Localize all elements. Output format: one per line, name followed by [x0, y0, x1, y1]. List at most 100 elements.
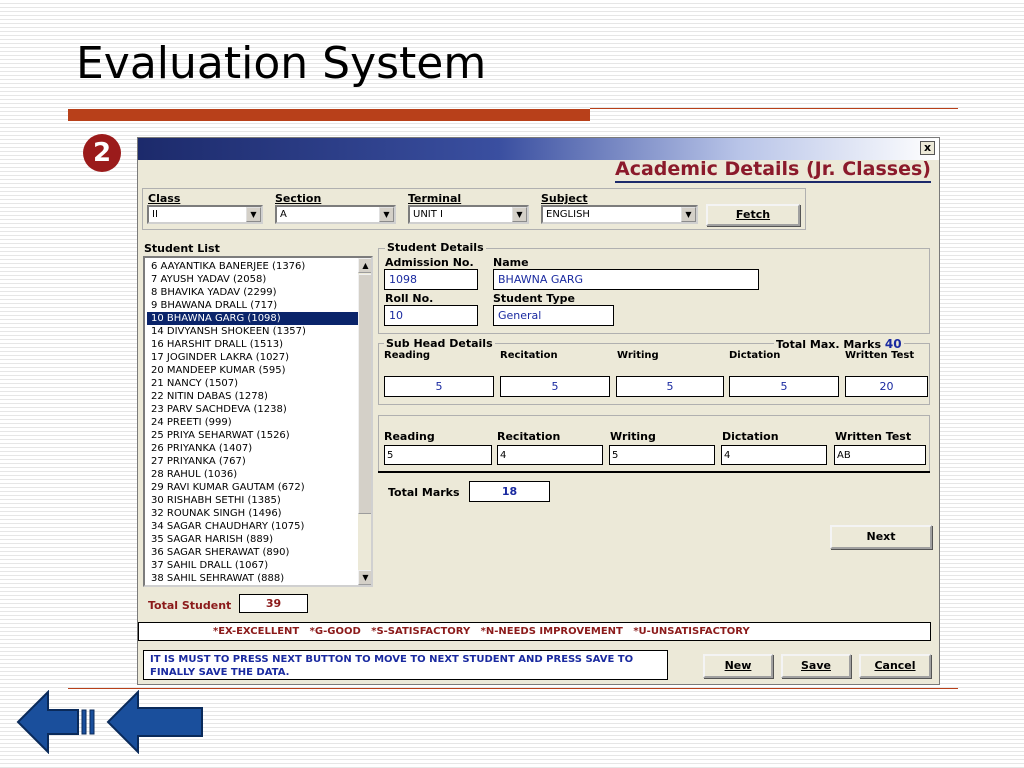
- class-select[interactable]: II ▼: [147, 205, 263, 224]
- list-item[interactable]: 36 SAGAR SHERAWAT (890): [151, 546, 289, 559]
- list-item[interactable]: 17 JOGINDER LAKRA (1027): [151, 351, 289, 364]
- new-button[interactable]: New: [703, 654, 773, 678]
- instruction-note: IT IS MUST TO PRESS NEXT BUTTON TO MOVE …: [143, 650, 668, 680]
- list-scrollbar[interactable]: ▲ ▼: [358, 258, 371, 585]
- marks-col-written-test: Written Test: [835, 430, 912, 443]
- new-button-label: New: [724, 659, 752, 672]
- cancel-button[interactable]: Cancel: [859, 654, 931, 678]
- max-written-test-field: 20: [845, 376, 928, 397]
- section-value: A: [280, 209, 287, 220]
- footer-rule: [68, 688, 958, 689]
- back-end-arrow-icon[interactable]: [16, 690, 98, 754]
- list-item[interactable]: 22 NITIN DABAS (1278): [151, 390, 268, 403]
- window-header: x Academic Details (Jr. Classes): [138, 138, 939, 183]
- list-item[interactable]: 21 NANCY (1507): [151, 377, 238, 390]
- max-reading-field: 5: [384, 376, 494, 397]
- terminal-label: Terminal: [408, 192, 462, 205]
- cancel-button-label: Cancel: [874, 659, 916, 672]
- recitation-marks-input[interactable]: 4: [497, 445, 603, 465]
- name-label: Name: [493, 256, 529, 269]
- list-item[interactable]: 16 HARSHIT DRALL (1513): [151, 338, 283, 351]
- title-rule: [590, 108, 958, 109]
- written-test-marks-input[interactable]: AB: [834, 445, 926, 465]
- terminal-select[interactable]: UNIT I ▼: [408, 205, 529, 224]
- student-details-label: Student Details: [385, 241, 486, 254]
- window-title: Academic Details (Jr. Classes): [615, 158, 931, 183]
- sub-head-col-written-test: Written Test: [845, 350, 915, 361]
- total-marks-label: Total Marks: [388, 486, 460, 499]
- admission-field[interactable]: 1098: [384, 269, 478, 290]
- sub-head-col-writing: Writing: [617, 350, 659, 361]
- terminal-value: UNIT I: [413, 209, 443, 220]
- sub-head-col-dictation: Dictation: [729, 350, 781, 361]
- list-item[interactable]: 23 PARV SACHDEVA (1238): [151, 403, 287, 416]
- next-button[interactable]: Next: [830, 525, 932, 549]
- student-type-field[interactable]: General: [493, 305, 614, 326]
- sub-head-label: Sub Head Details: [384, 337, 495, 350]
- list-item[interactable]: 30 RISHABH SETHI (1385): [151, 494, 281, 507]
- fetch-button-label: Fetch: [735, 208, 771, 221]
- list-item[interactable]: 6 AAYANTIKA BANERJEE (1376): [151, 260, 305, 273]
- list-item[interactable]: 9 BHAWANA DRALL (717): [151, 299, 277, 312]
- section-label: Section: [275, 192, 322, 205]
- scroll-down-icon[interactable]: ▼: [358, 570, 371, 585]
- class-label: Class: [148, 192, 181, 205]
- close-button[interactable]: x: [920, 141, 935, 155]
- chevron-down-icon[interactable]: ▼: [246, 207, 261, 222]
- back-arrow-icon[interactable]: [106, 690, 204, 754]
- list-item[interactable]: 26 PRIYANKA (1407): [151, 442, 252, 455]
- total-student-value: 39: [239, 594, 308, 613]
- list-item[interactable]: 38 SAHIL SEHRAWAT (888): [151, 572, 284, 585]
- list-item[interactable]: 14 DIVYANSH SHOKEEN (1357): [151, 325, 306, 338]
- list-item[interactable]: 32 ROUNAK SINGH (1496): [151, 507, 282, 520]
- list-item[interactable]: 27 PRIYANKA (767): [151, 455, 246, 468]
- scroll-thumb[interactable]: [358, 274, 371, 514]
- sub-head-col-recitation: Recitation: [500, 350, 558, 361]
- subject-label: Subject: [541, 192, 588, 205]
- chevron-down-icon[interactable]: ▼: [512, 207, 527, 222]
- academic-details-window: x Academic Details (Jr. Classes) Class I…: [137, 137, 940, 685]
- list-item[interactable]: 25 PRIYA SEHARWAT (1526): [151, 429, 290, 442]
- step-badge: 2: [83, 134, 121, 172]
- subject-select[interactable]: ENGLISH ▼: [541, 205, 698, 224]
- roll-label: Roll No.: [385, 292, 434, 305]
- list-item[interactable]: 28 RAHUL (1036): [151, 468, 237, 481]
- chevron-down-icon[interactable]: ▼: [681, 207, 696, 222]
- chevron-down-icon[interactable]: ▼: [379, 207, 394, 222]
- marks-col-dictation: Dictation: [722, 430, 779, 443]
- max-writing-field: 5: [616, 376, 724, 397]
- list-item-selected[interactable]: 10 BHAWNA GARG (1098): [147, 312, 359, 325]
- sub-head-col-reading: Reading: [384, 350, 431, 361]
- list-item[interactable]: 20 MANDEEP KUMAR (595): [151, 364, 286, 377]
- list-item[interactable]: 24 PREETI (999): [151, 416, 232, 429]
- grade-legend: *EX-EXCELLENT *G-GOOD *S-SATISFACTORY *N…: [138, 622, 931, 641]
- student-type-label: Student Type: [493, 292, 575, 305]
- total-student-label: Total Student: [148, 599, 232, 612]
- section-select[interactable]: A ▼: [275, 205, 396, 224]
- scroll-up-icon[interactable]: ▲: [358, 258, 371, 273]
- class-value: II: [152, 209, 158, 220]
- list-item[interactable]: 34 SAGAR CHAUDHARY (1075): [151, 520, 304, 533]
- list-item[interactable]: 7 AYUSH YADAV (2058): [151, 273, 266, 286]
- writing-marks-input[interactable]: 5: [609, 445, 715, 465]
- total-max-marks-label: Total Max. Marks 40: [774, 337, 904, 351]
- dictation-marks-input[interactable]: 4: [721, 445, 827, 465]
- student-list[interactable]: 6 AAYANTIKA BANERJEE (1376) 7 AYUSH YADA…: [143, 256, 373, 587]
- marks-col-reading: Reading: [384, 430, 435, 443]
- marks-col-recitation: Recitation: [497, 430, 561, 443]
- total-marks-value: 18: [469, 481, 550, 502]
- title-underline: [68, 109, 590, 121]
- list-item[interactable]: 29 RAVI KUMAR GAUTAM (672): [151, 481, 305, 494]
- list-item[interactable]: 35 SAGAR HARISH (889): [151, 533, 273, 546]
- slide-title: Evaluation System: [76, 38, 487, 89]
- save-button[interactable]: Save: [781, 654, 851, 678]
- roll-field[interactable]: 10: [384, 305, 478, 326]
- admission-label: Admission No.: [385, 256, 474, 269]
- list-item[interactable]: 37 SAHIL DRALL (1067): [151, 559, 268, 572]
- subject-value: ENGLISH: [546, 209, 590, 220]
- list-item[interactable]: 8 BHAVIKA YADAV (2299): [151, 286, 276, 299]
- marks-col-writing: Writing: [610, 430, 656, 443]
- name-field[interactable]: BHAWNA GARG: [493, 269, 759, 290]
- reading-marks-input[interactable]: 5: [384, 445, 492, 465]
- fetch-button[interactable]: Fetch: [706, 204, 800, 226]
